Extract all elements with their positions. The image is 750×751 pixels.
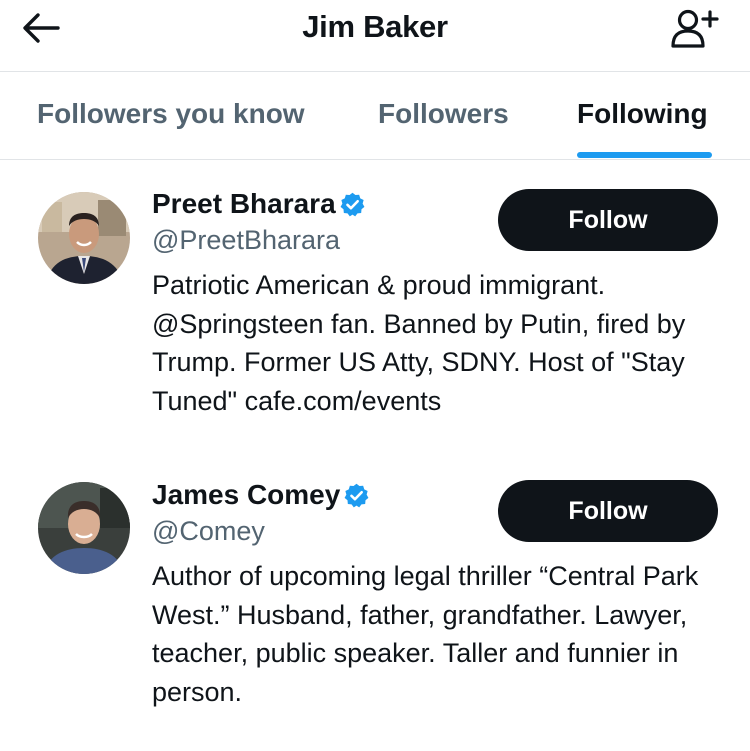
active-tab-indicator [577,152,712,158]
user-name: Preet Bharara [152,188,336,219]
user-handle: @PreetBharara [152,225,340,255]
follow-user-button[interactable] [668,6,722,50]
tab-following[interactable]: Following [577,98,708,130]
user-list-item[interactable]: Preet Bharara @PreetBharara Follow Patri… [0,160,750,460]
user-name: James Comey [152,479,341,510]
avatar[interactable] [38,482,130,574]
user-handle: @Comey [152,516,265,546]
user-name-row: James Comey [152,479,370,511]
tab-bar: Followers you know Followers Following [0,72,750,160]
follow-button[interactable]: Follow [498,189,718,251]
user-bio: Patriotic American & proud immigrant. @S… [152,270,686,416]
user-bio: Author of upcoming legal thriller “Centr… [152,561,699,707]
top-bar: Jim Baker [0,0,750,72]
avatar[interactable] [38,192,130,284]
user-list-item[interactable]: James Comey @Comey Follow Author of upco… [0,460,750,751]
person-plus-icon [671,9,719,48]
page-title: Jim Baker [302,9,448,44]
verified-badge-icon [344,483,369,507]
tab-followers[interactable]: Followers [378,98,509,130]
tab-followers-you-know[interactable]: Followers you know [37,98,305,130]
verified-badge-icon [340,192,365,216]
follow-button[interactable]: Follow [498,480,718,542]
user-name-row: Preet Bharara [152,188,366,220]
